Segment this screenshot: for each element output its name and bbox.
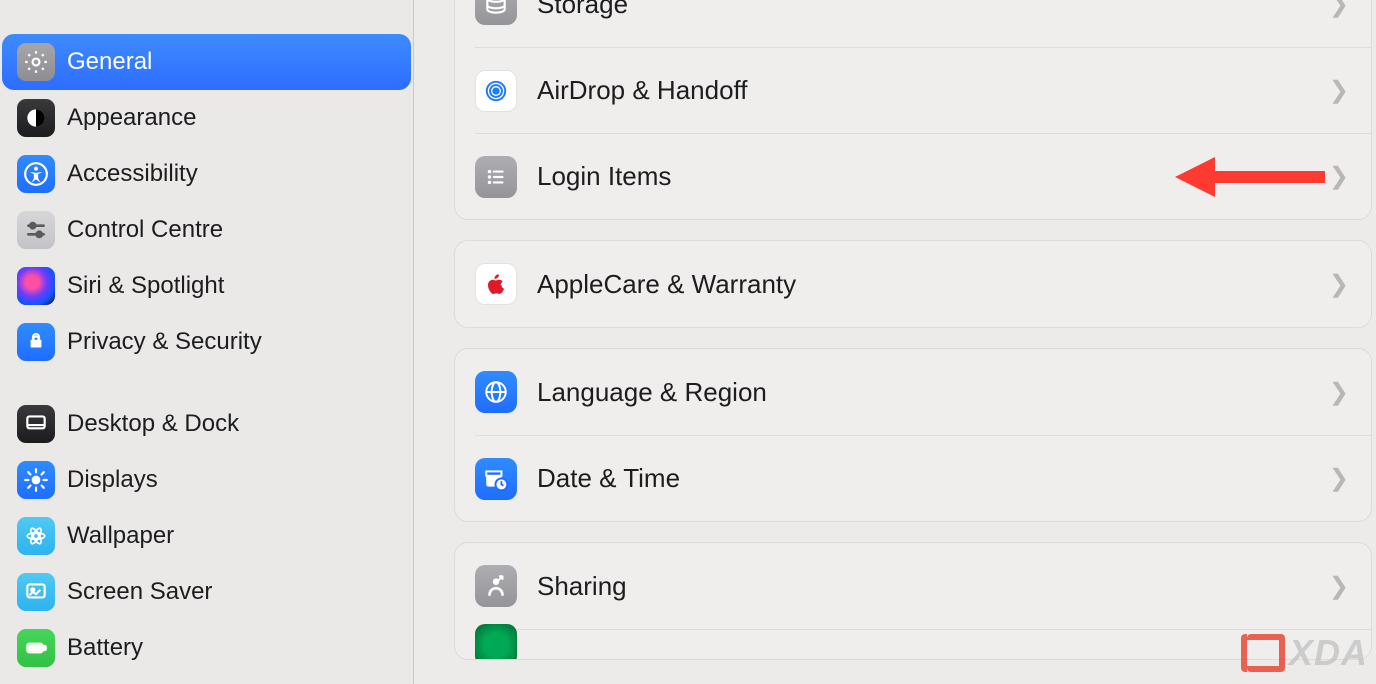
sidebar-item-label: Screen Saver — [67, 578, 212, 606]
row-label: AppleCare & Warranty — [537, 269, 1329, 300]
sidebar-item-label: Displays — [67, 466, 158, 494]
language-region-icon — [475, 371, 517, 413]
sidebar-item-wallpaper[interactable]: Wallpaper — [2, 508, 411, 564]
sidebar-item-label: Appearance — [67, 104, 196, 132]
sharing-icon — [475, 565, 517, 607]
chevron-right-icon: ❯ — [1329, 76, 1349, 105]
sidebar-item-accessibility[interactable]: Accessibility — [2, 146, 411, 202]
chevron-right-icon: ❯ — [1329, 464, 1349, 493]
sidebar-item-displays[interactable]: Displays — [2, 452, 411, 508]
chevron-right-icon: ❯ — [1329, 378, 1349, 407]
general-settings-panel: Storage ❯ AirDrop & Handoff ❯ Login Item… — [414, 0, 1376, 684]
airdrop-icon — [475, 70, 517, 112]
sidebar-item-label: Control Centre — [67, 216, 223, 244]
settings-group: Storage ❯ AirDrop & Handoff ❯ Login Item… — [454, 0, 1372, 220]
sidebar-item-cut-off — [0, 0, 413, 8]
row-applecare-warranty[interactable]: AppleCare & Warranty ❯ — [455, 241, 1371, 327]
chevron-right-icon: ❯ — [1329, 270, 1349, 299]
settings-group: AppleCare & Warranty ❯ — [454, 240, 1372, 328]
sidebar-item-label: Accessibility — [67, 160, 198, 188]
sidebar-item-label: Privacy & Security — [67, 328, 262, 356]
chevron-right-icon: ❯ — [1329, 572, 1349, 601]
row-label: Storage — [537, 0, 1329, 20]
row-label: AirDrop & Handoff — [537, 75, 1329, 106]
row-label: Language & Region — [537, 377, 1329, 408]
storage-icon — [475, 0, 517, 25]
siri-icon — [17, 267, 55, 305]
row-cut-off[interactable] — [475, 629, 1371, 659]
sidebar-item-label: General — [67, 48, 152, 76]
row-label: Date & Time — [537, 463, 1329, 494]
row-language-region[interactable]: Language & Region ❯ — [455, 349, 1371, 435]
sidebar-item-battery[interactable]: Battery — [2, 620, 411, 676]
sidebar-item-general[interactable]: General — [2, 34, 411, 90]
row-date-time[interactable]: Date & Time ❯ — [475, 435, 1371, 521]
sidebar-item-control-centre[interactable]: Control Centre — [2, 202, 411, 258]
battery-icon — [17, 629, 55, 667]
chevron-right-icon: ❯ — [1329, 162, 1349, 191]
sidebar-item-siri-spotlight[interactable]: Siri & Spotlight — [2, 258, 411, 314]
wallpaper-icon — [17, 517, 55, 555]
unknown-icon — [475, 624, 517, 661]
sidebar-item-privacy-security[interactable]: Privacy & Security — [2, 314, 411, 370]
row-label: Login Items — [537, 161, 1329, 192]
row-storage[interactable]: Storage ❯ — [455, 0, 1371, 47]
sidebar-item-label: Battery — [67, 634, 143, 662]
displays-icon — [17, 461, 55, 499]
sidebar-item-label: Siri & Spotlight — [67, 272, 224, 300]
row-sharing[interactable]: Sharing ❯ — [455, 543, 1371, 629]
settings-group: Language & Region ❯ Date & Time ❯ — [454, 348, 1372, 522]
sidebar-item-desktop-dock[interactable]: Desktop & Dock — [2, 396, 411, 452]
row-login-items[interactable]: Login Items ❯ — [475, 133, 1371, 219]
row-airdrop-handoff[interactable]: AirDrop & Handoff ❯ — [475, 47, 1371, 133]
accessibility-icon — [17, 155, 55, 193]
sidebar-item-label: Wallpaper — [67, 522, 174, 550]
sidebar-item-appearance[interactable]: Appearance — [2, 90, 411, 146]
login-items-icon — [475, 156, 517, 198]
row-label: Sharing — [537, 571, 1329, 602]
date-time-icon — [475, 458, 517, 500]
gear-icon — [17, 43, 55, 81]
settings-group: Sharing ❯ — [454, 542, 1372, 660]
sidebar-item-screen-saver[interactable]: Screen Saver — [2, 564, 411, 620]
screen-saver-icon — [17, 573, 55, 611]
appearance-icon — [17, 99, 55, 137]
control-centre-icon — [17, 211, 55, 249]
desktop-dock-icon — [17, 405, 55, 443]
settings-sidebar: General Appearance Accessibility Control… — [0, 0, 414, 684]
sidebar-item-label: Desktop & Dock — [67, 410, 239, 438]
privacy-icon — [17, 323, 55, 361]
chevron-right-icon: ❯ — [1329, 0, 1349, 19]
applecare-icon — [475, 263, 517, 305]
